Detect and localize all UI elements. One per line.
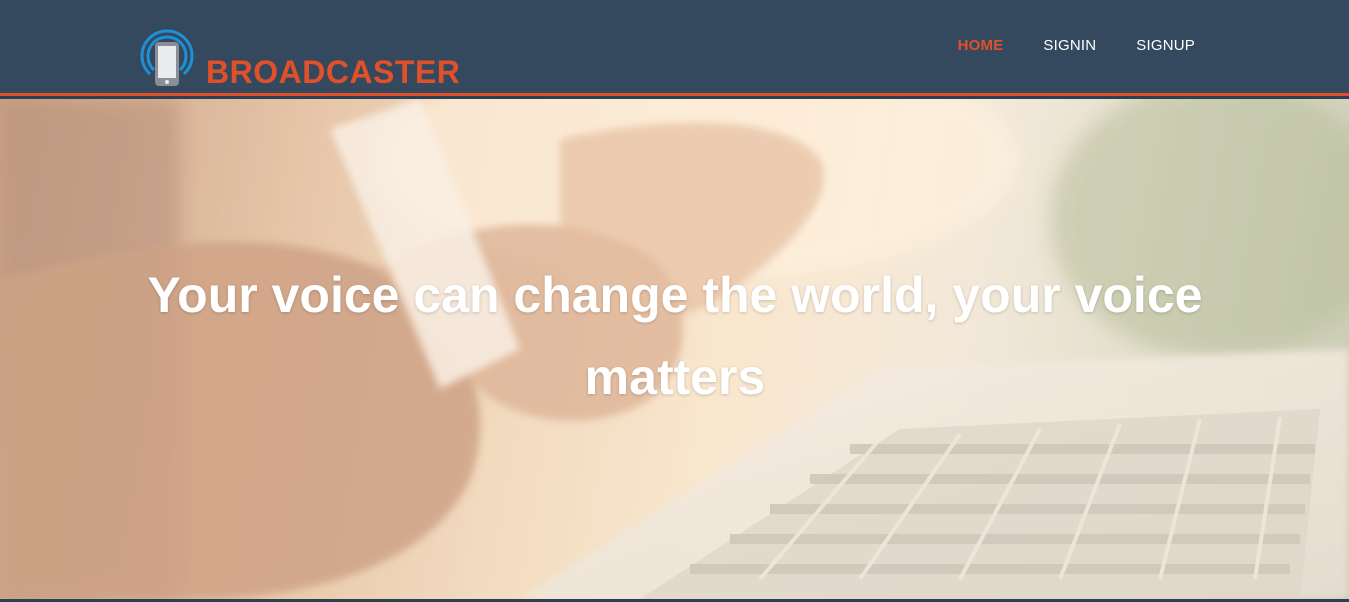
- nav-menu: HOME SIGNIN SIGNUP: [958, 37, 1195, 55]
- hero-section: Your voice can change the world, your vo…: [0, 99, 1349, 599]
- nav-item-signin: SIGNIN: [1043, 37, 1096, 55]
- hero-title: Your voice can change the world, your vo…: [147, 267, 1203, 405]
- brand-name: BROADCASTER: [206, 54, 461, 90]
- nav-link-home[interactable]: HOME: [958, 37, 1004, 54]
- navbar: BROADCASTER HOME SIGNIN SIGNUP: [0, 0, 1349, 96]
- nav-item-signup: SIGNUP: [1136, 37, 1195, 55]
- broadcast-phone-icon: [140, 29, 194, 86]
- nav-link-signup[interactable]: SIGNUP: [1136, 37, 1195, 54]
- nav-item-home: HOME: [958, 37, 1004, 55]
- nav-link-signin[interactable]: SIGNIN: [1043, 37, 1096, 54]
- brand-link[interactable]: BROADCASTER: [138, 18, 460, 88]
